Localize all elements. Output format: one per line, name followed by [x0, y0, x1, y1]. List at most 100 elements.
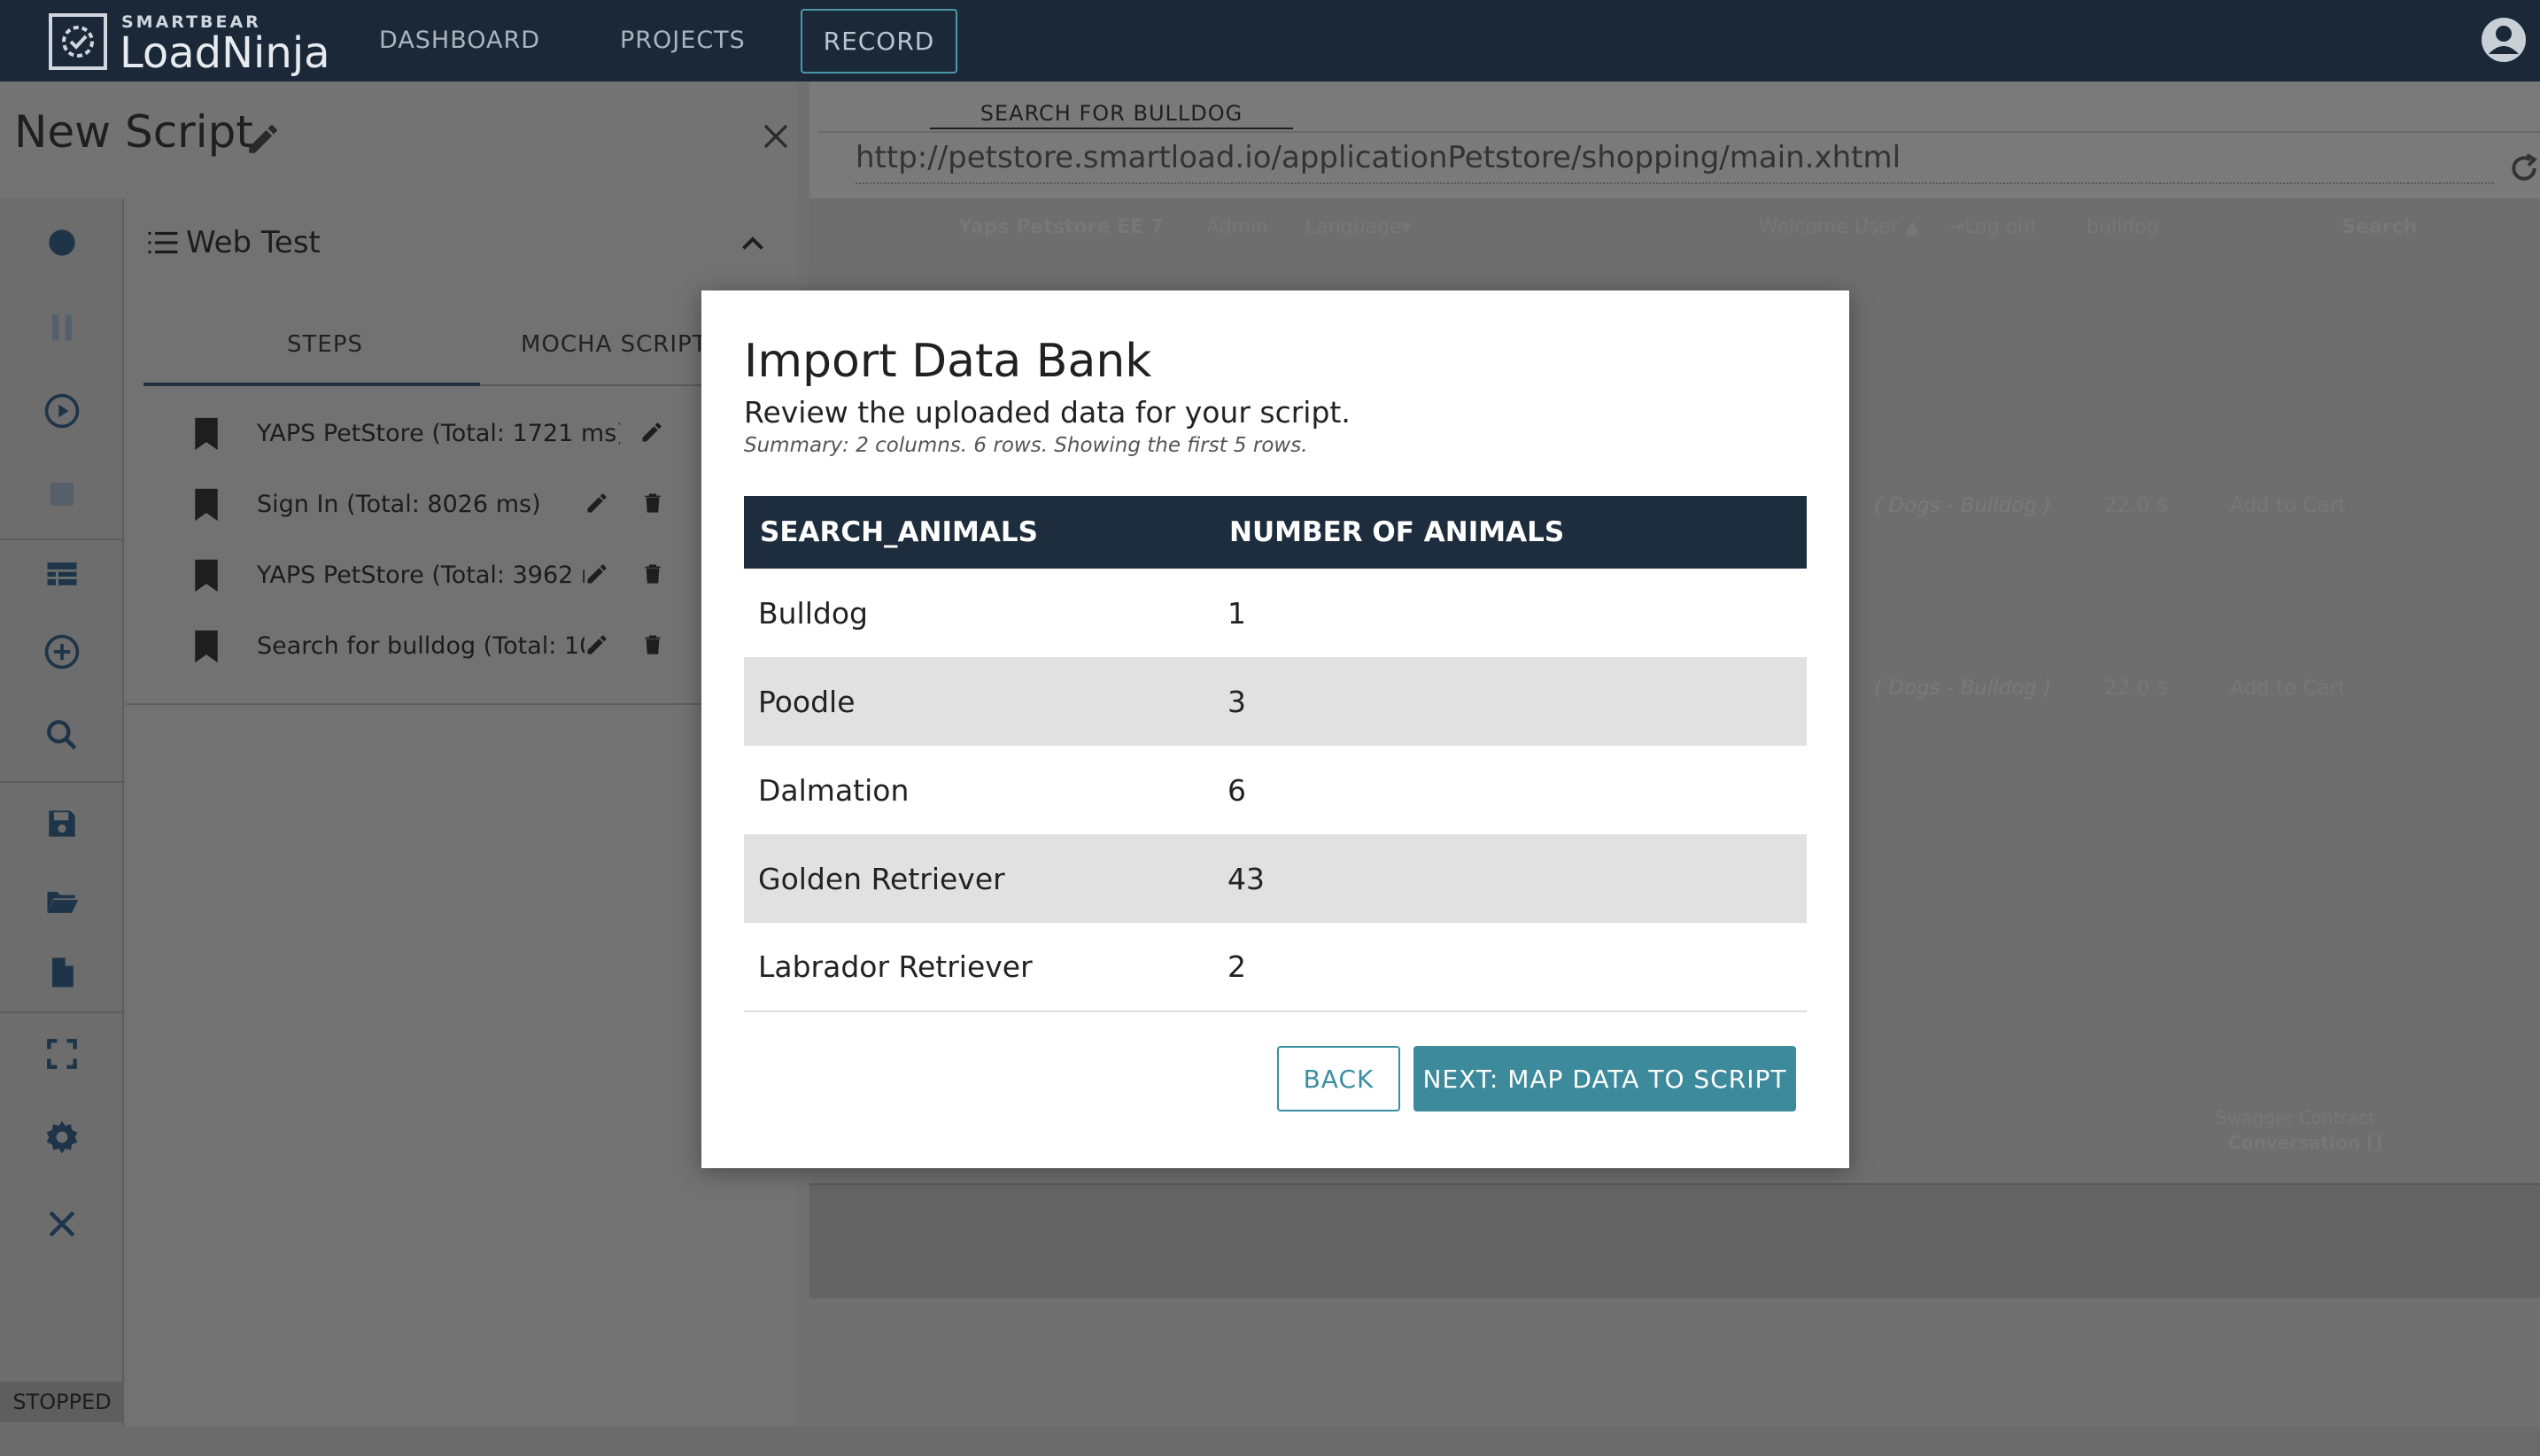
delete-step-icon[interactable] — [641, 491, 664, 515]
folder-open-icon[interactable] — [43, 882, 81, 921]
column-header: NUMBER OF ANIMALS — [1213, 496, 1807, 569]
stop-icon[interactable] — [43, 475, 81, 514]
record-icon[interactable] — [43, 223, 81, 262]
ghost-language: Language▾ — [1305, 216, 1412, 238]
table-icon[interactable] — [43, 554, 81, 593]
table-cell: Labrador Retriever — [744, 923, 1213, 1012]
url-field[interactable]: http://petstore.smartload.io/application… — [856, 140, 1901, 175]
close-panel-icon[interactable] — [760, 120, 792, 152]
table-cell: 6 — [1227, 772, 1246, 808]
edit-step-icon[interactable] — [585, 561, 609, 586]
table-header-row: SEARCH_ANIMALS NUMBER OF ANIMALS — [744, 496, 1807, 569]
table-row: Dalmation 6 — [744, 746, 1807, 834]
browser-page-bottom — [809, 1183, 2540, 1298]
loadninja-logo-icon[interactable] — [48, 12, 108, 71]
ghost-welcome: Welcome User ▲ — [1759, 216, 1920, 238]
rail-divider — [0, 781, 124, 783]
modal-subtitle: Review the uploaded data for your script… — [744, 395, 1351, 430]
table-cell: Bulldog — [758, 595, 868, 631]
ghost-footer-conversation: Conversation [] — [2228, 1132, 2383, 1153]
recording-status: STOPPED — [0, 1382, 124, 1422]
brand-name[interactable]: LoadNinja — [120, 28, 330, 78]
search-icon[interactable] — [43, 716, 81, 755]
ghost-logout: ⇥Log out — [1948, 216, 2038, 238]
save-icon[interactable] — [43, 804, 81, 843]
modal-title: Import Data Bank — [744, 335, 1152, 388]
gear-icon[interactable] — [43, 1118, 81, 1157]
nav-dashboard-link[interactable]: DASHBOARD — [379, 27, 540, 54]
rail-divider — [0, 1011, 124, 1013]
pause-icon[interactable] — [43, 308, 81, 347]
bookmark-icon — [195, 630, 218, 663]
url-underline — [856, 182, 2494, 184]
steps-panel: Web Test STEPS MOCHA SCRIPT YAPS PetStor… — [126, 198, 797, 1426]
bookmark-icon — [195, 559, 218, 592]
ghost-row-cart: Add to Cart — [2230, 677, 2346, 700]
ghost-brand: Yaps Petstore EE 7 — [958, 216, 1164, 238]
steps-divider — [126, 703, 797, 705]
script-header: New Script — [0, 81, 797, 198]
top-navigation-bar: SMARTBEAR LoadNinja DASHBOARD PROJECTS R… — [0, 0, 2540, 81]
table-row: Golden Retriever 43 — [744, 834, 1807, 923]
rail-divider — [0, 538, 124, 540]
bookmark-icon — [195, 488, 218, 522]
table-cell: Golden Retriever — [744, 834, 1213, 923]
delete-step-icon[interactable] — [641, 632, 664, 657]
record-button[interactable]: RECORD — [801, 9, 957, 74]
tab-mocha-script[interactable]: MOCHA SCRIPT — [521, 331, 708, 358]
table-row: Labrador Retriever 2 — [744, 923, 1807, 1012]
back-button[interactable]: BACK — [1277, 1046, 1400, 1111]
step-row[interactable]: YAPS PetStore (Total: 1721 ms) — [126, 400, 797, 462]
column-header: SEARCH_ANIMALS — [744, 496, 1213, 569]
document-icon[interactable] — [43, 953, 81, 992]
step-label: Search for bulldog (Total: 100 ms) — [257, 632, 585, 660]
nav-projects-link[interactable]: PROJECTS — [620, 27, 746, 54]
table-cell: 1 — [1227, 595, 1246, 631]
chevron-up-icon[interactable] — [737, 228, 769, 260]
toolbar-rail: STOPPED — [0, 198, 124, 1426]
user-account-icon[interactable] — [2480, 16, 2528, 64]
ghost-admin: Admin — [1206, 216, 1269, 238]
close-icon[interactable] — [43, 1204, 81, 1243]
web-test-header[interactable]: Web Test — [147, 225, 321, 260]
table-row: Poodle 3 — [744, 657, 1807, 746]
step-row[interactable]: YAPS PetStore (Total: 3962 ms) — [126, 542, 797, 604]
ghost-row-category: ( Dogs - Bulldog ) — [1874, 677, 2052, 700]
edit-step-icon[interactable] — [639, 420, 664, 445]
edit-step-icon[interactable] — [585, 632, 609, 657]
data-preview-table: SEARCH_ANIMALS NUMBER OF ANIMALS Bulldog… — [744, 496, 1807, 1012]
browser-toolbar: SEARCH FOR BULLDOG http://petstore.smart… — [809, 81, 2540, 198]
step-label: YAPS PetStore (Total: 1721 ms) — [257, 420, 620, 447]
play-icon[interactable] — [43, 391, 81, 430]
fullscreen-icon[interactable] — [43, 1034, 81, 1073]
step-row[interactable]: Sign In (Total: 8026 ms) — [126, 471, 797, 533]
bottom-strip — [0, 1426, 2540, 1456]
modal-summary: Summary: 2 columns. 6 rows. Showing the … — [744, 434, 1308, 457]
ghost-row-category: ( Dogs - Bulldog ) — [1874, 494, 2052, 517]
table-cell: 3 — [1213, 657, 1807, 746]
next-map-data-button[interactable]: NEXT: MAP DATA TO SCRIPT — [1413, 1046, 1796, 1111]
table-cell: Dalmation — [758, 772, 910, 808]
edit-step-icon[interactable] — [585, 491, 609, 515]
delete-step-icon[interactable] — [641, 561, 664, 586]
script-title: New Script — [14, 106, 253, 158]
active-tab-indicator — [143, 383, 480, 386]
edit-pencil-icon[interactable] — [244, 120, 282, 158]
table-row: Bulldog 1 — [744, 569, 1807, 657]
ghost-footer-swagger: Swagger Contract — [2216, 1107, 2375, 1128]
table-cell: 43 — [1213, 834, 1807, 923]
refresh-icon[interactable] — [2506, 151, 2540, 186]
step-label: YAPS PetStore (Total: 3962 ms) — [257, 561, 585, 589]
list-icon — [148, 231, 178, 254]
bookmark-icon — [195, 417, 218, 451]
step-row[interactable]: Search for bulldog (Total: 100 ms) — [126, 613, 797, 675]
step-label: Sign In (Total: 8026 ms) — [257, 491, 541, 518]
tab-steps[interactable]: STEPS — [287, 331, 363, 358]
ghost-row-price: 22.0 $ — [2104, 494, 2170, 517]
table-cell: 2 — [1213, 923, 1807, 1012]
add-icon[interactable] — [43, 632, 81, 671]
tab-search-for-bulldog[interactable]: SEARCH FOR BULLDOG — [930, 101, 1293, 129]
table-cell: Poodle — [744, 657, 1213, 746]
import-data-bank-modal: Import Data Bank Review the uploaded dat… — [701, 290, 1849, 1168]
ghost-search-button: Search — [2342, 216, 2418, 238]
